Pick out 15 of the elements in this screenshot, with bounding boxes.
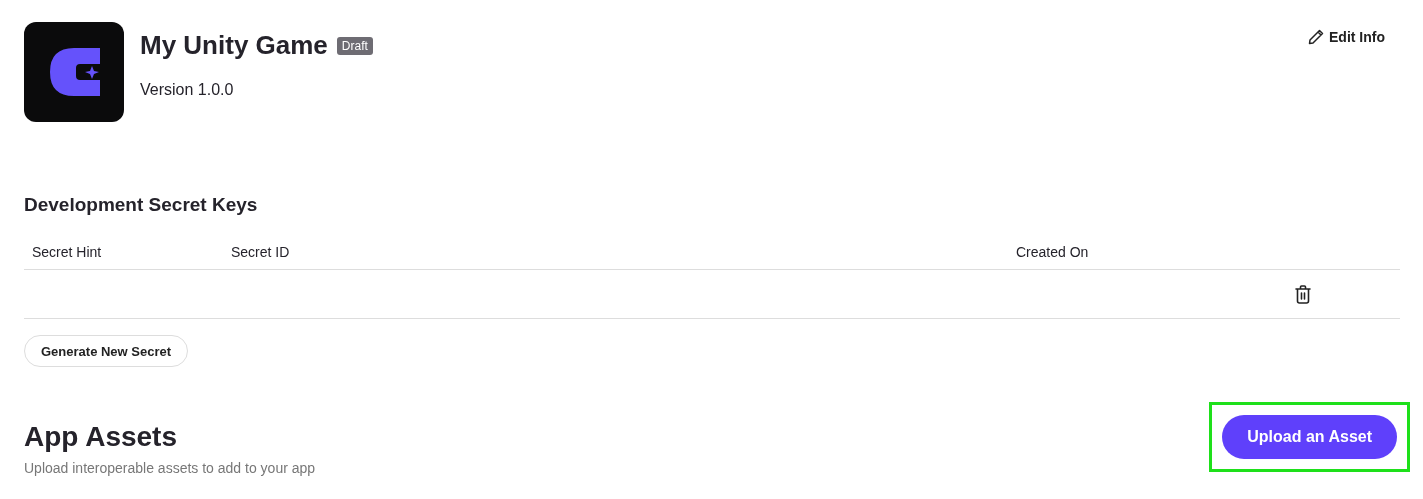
status-badge: Draft — [336, 36, 373, 55]
section-title: Development Secret Keys — [24, 194, 259, 216]
column-header: Secret ID — [231, 243, 291, 260]
section-subtitle: Upload interoperable assets to add to your app — [24, 460, 316, 476]
generate-secret-button[interactable]: Generate New Secret — [24, 335, 189, 367]
section-title: App Assets — [24, 421, 178, 453]
version-label: Version 1.0.0 — [140, 81, 235, 99]
delete-icon[interactable] — [1295, 284, 1311, 304]
column-header: Secret Hint — [32, 243, 103, 260]
upload-asset-button[interactable]: Upload an Asset — [1222, 415, 1397, 459]
app-title: My Unity Game — [140, 30, 328, 61]
edit-info-button[interactable]: Edit Info — [1307, 28, 1385, 46]
pencil-icon — [1307, 28, 1325, 46]
app-logo-icon — [24, 22, 124, 122]
column-header: Created On — [1016, 243, 1090, 260]
